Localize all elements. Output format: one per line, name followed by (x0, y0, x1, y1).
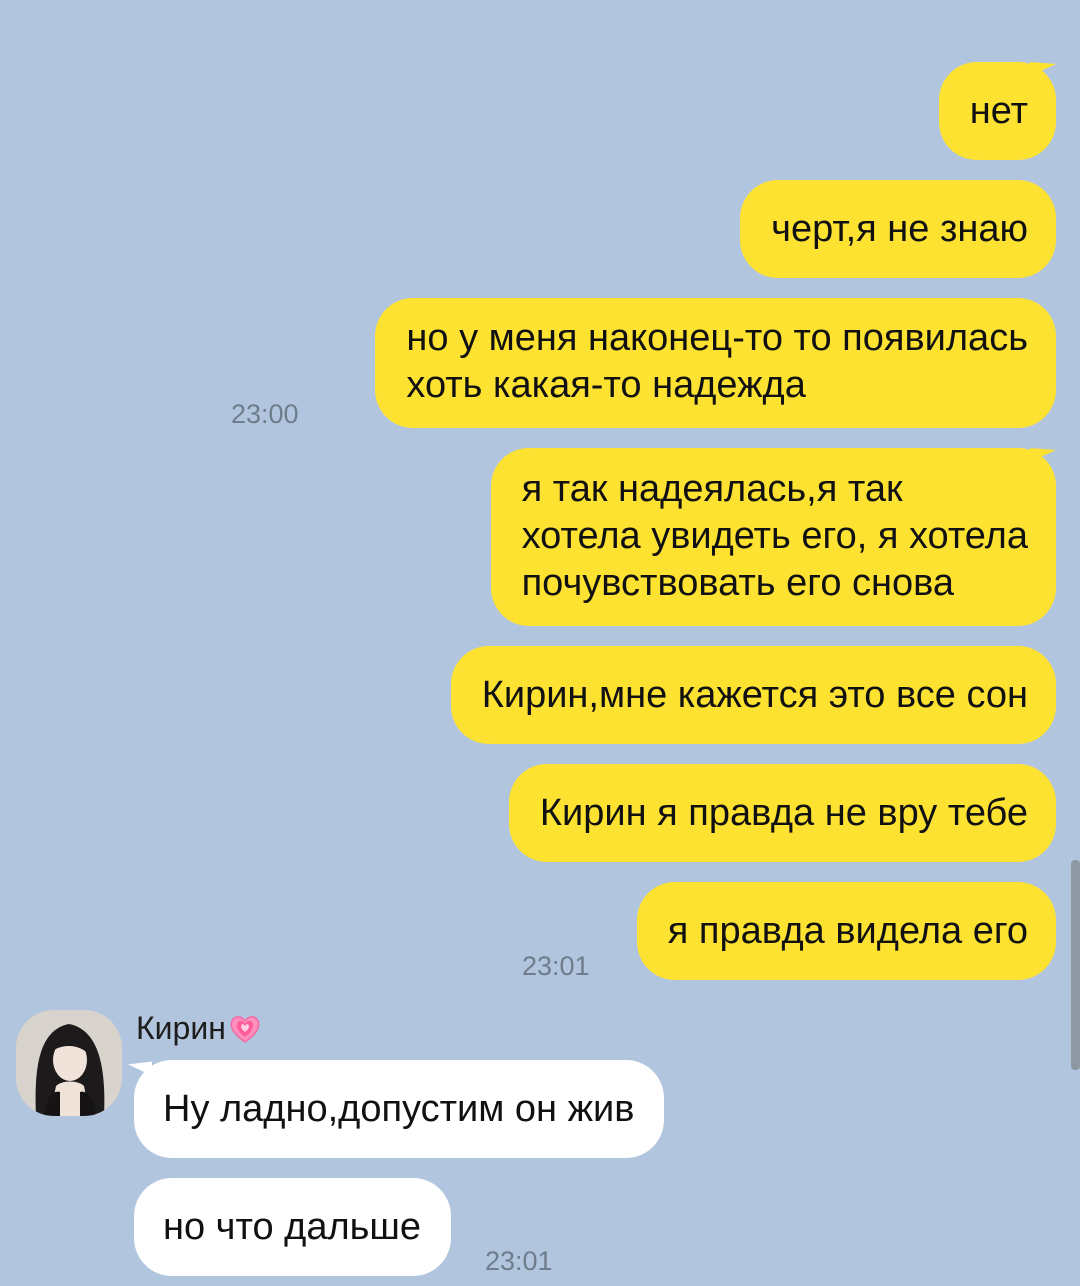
bubble-tail (1030, 49, 1056, 77)
message-text: Кирин я правда не вру тебе (539, 792, 1028, 834)
outgoing-message[interactable]: я правда видела его (636, 882, 1056, 980)
outgoing-message[interactable]: нет (938, 49, 1056, 160)
bubble-tail (1030, 435, 1056, 463)
outgoing-message[interactable]: но у меня наконец-то то появилась хоть к… (375, 298, 1056, 428)
avatar[interactable] (16, 1010, 122, 1116)
message-text: я правда видела его (667, 910, 1028, 952)
message-text: нет (969, 90, 1028, 132)
message-timestamp: 23:01 (522, 951, 590, 981)
growing-heart-icon (230, 1015, 260, 1043)
outgoing-message[interactable]: Кирин я правда не вру тебе (508, 764, 1056, 862)
message-text: Ну ладно,допустим он жив (163, 1088, 635, 1130)
message-text-line: я так надеялась,я так (521, 468, 903, 510)
outgoing-message[interactable]: черт,я не знаю (740, 180, 1056, 278)
message-text-line: почувствовать его снова (521, 562, 955, 604)
message-timestamp: 23:01 (485, 1246, 553, 1276)
bubble-tail (128, 1050, 152, 1076)
incoming-message[interactable]: Ну ладно,допустим он жив (128, 1050, 665, 1158)
outgoing-message[interactable]: я так надеялась,я так хотела увидеть его… (490, 435, 1056, 626)
scrollbar[interactable] (1071, 860, 1080, 1070)
message-text: черт,я не знаю (771, 208, 1028, 250)
sender-name: Кирин (136, 1010, 262, 1047)
chat-room: нет черт,я не знаю но у меня наконец-то … (0, 0, 1080, 1286)
message-text-line: хоть какая-то надежда (406, 364, 806, 406)
outgoing-message[interactable]: Кирин,мне кажется это все сон (450, 646, 1056, 744)
message-text-line: но у меня наконец-то то появилась (406, 317, 1028, 359)
avatar-photo (16, 1010, 122, 1116)
message-timestamp: 23:00 (231, 399, 299, 429)
message-text-line: хотела увидеть его, я хотела (521, 515, 1028, 557)
message-text: Кирин,мне кажется это все сон (481, 674, 1028, 716)
incoming-message[interactable]: но что дальше (134, 1178, 452, 1276)
message-text: но что дальше (163, 1206, 422, 1248)
